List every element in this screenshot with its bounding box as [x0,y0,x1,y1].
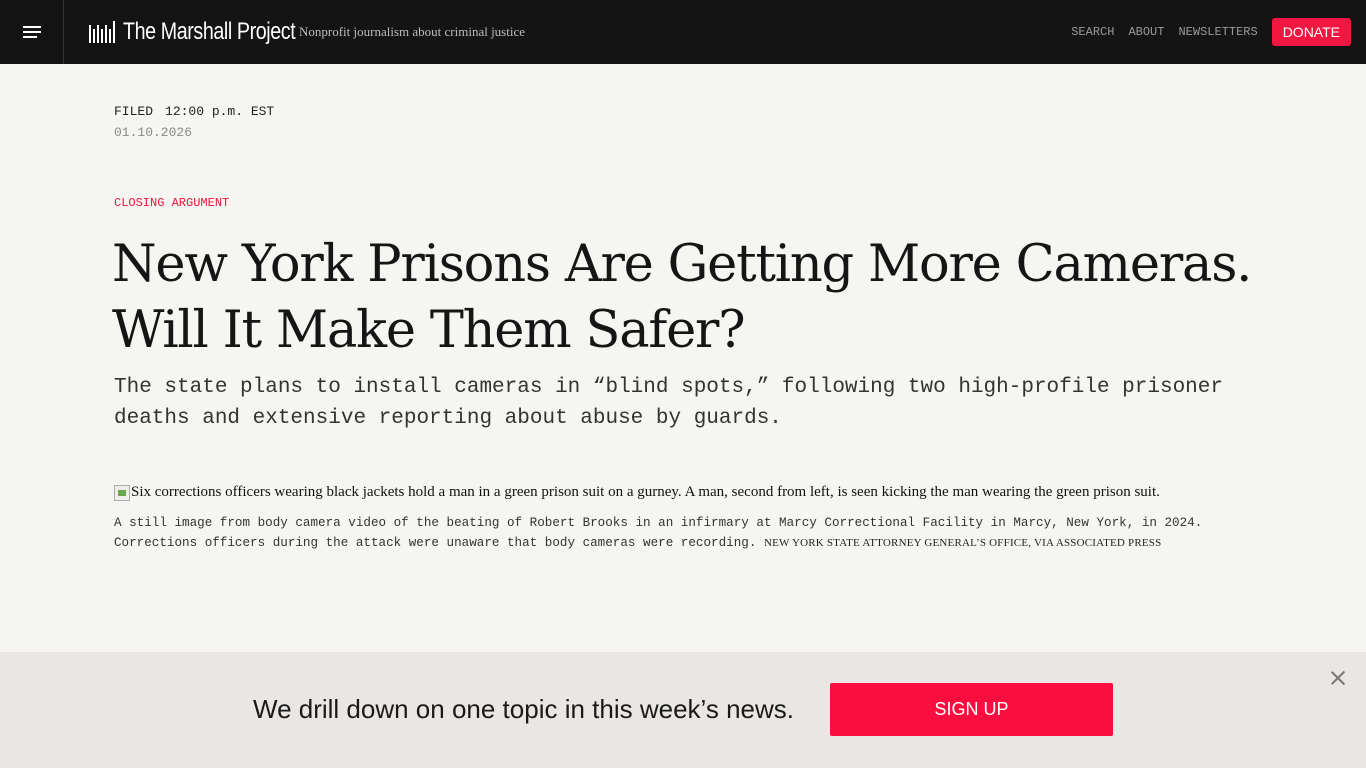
nav-about-link[interactable]: ABOUT [1128,25,1164,39]
section-kicker-link[interactable]: CLOSING ARGUMENT [114,196,229,210]
image-caption: A still image from body camera video of … [114,514,1254,553]
filed-timestamp: FILED 12:00 p.m. EST 01.10.2026 [114,104,274,140]
site-logo-link[interactable]: The Marshall Project [89,18,296,46]
nav-search-link[interactable]: SEARCH [1071,25,1114,39]
article-headline: New York Prisons Are Getting More Camera… [112,235,1252,360]
site-name: The Marshall Project [123,18,296,45]
header-nav: SEARCH ABOUT NEWSLETTERS DONATE [1057,0,1351,64]
close-icon[interactable] [1328,668,1348,688]
hamburger-menu-icon [22,25,41,39]
filed-time: 12:00 p.m. EST [165,104,275,119]
broken-image-icon [114,484,130,501]
filed-label: FILED [114,104,154,119]
top-navigation-bar: The Marshall Project Nonprofit journalis… [0,0,1366,64]
logo-bars-icon [89,21,117,43]
sign-up-button[interactable]: SIGN UP [830,683,1113,736]
menu-button[interactable] [0,0,64,64]
lead-image-alt-text: Six corrections officers wearing black j… [131,484,1160,500]
filed-date: 01.10.2026 [114,125,193,140]
newsletter-banner-text: We drill down on one topic in this week’… [253,694,794,724]
lead-image: Six corrections officers wearing black j… [114,484,1160,501]
article-dek: The state plans to install cameras in “b… [114,376,1223,430]
photo-credit: NEW YORK STATE ATTORNEY GENERAL’S OFFICE… [763,536,1162,549]
site-tagline: Nonprofit journalism about criminal just… [299,24,526,39]
nav-newsletters-link[interactable]: NEWSLETTERS [1178,25,1257,39]
donate-button[interactable]: DONATE [1271,18,1351,46]
